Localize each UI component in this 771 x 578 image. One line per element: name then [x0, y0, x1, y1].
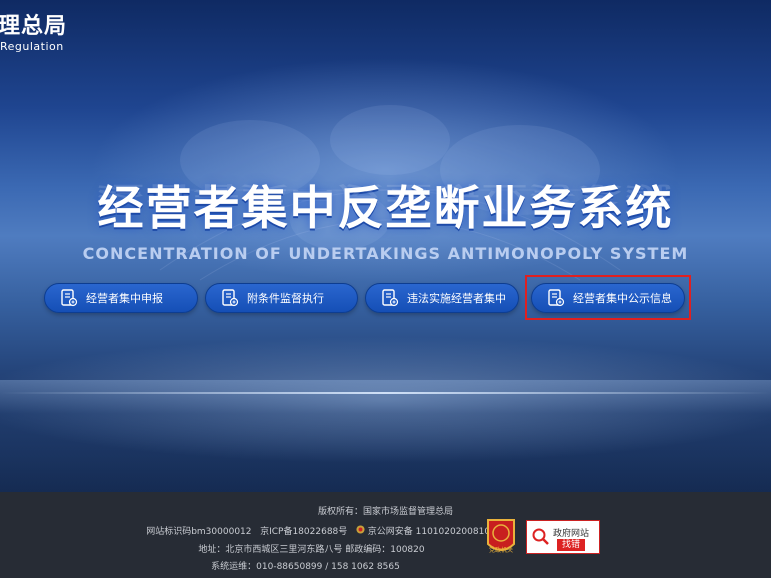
nav-button-label: 附条件监督执行 [247, 292, 324, 305]
footer: 版权所有：国家市场监督管理总局 网站标识码bm30000012 京ICP备180… [0, 492, 771, 578]
hero-banner: 理总局 Regulation 经营者集中反垄断业务系统 经营者集中反垄断业务系统… [0, 0, 771, 492]
gov-badge-bottom-text: 找错 [557, 539, 586, 551]
floor-reflection [0, 380, 771, 492]
system-title-reflection: 经营者集中反垄断业务系统 [97, 181, 674, 206]
nav-button-label: 经营者集中申报 [86, 292, 163, 305]
system-subtitle: CONCENTRATION OF UNDERTAKINGS ANTIMONOPO… [82, 244, 689, 263]
footer-support: 系统运维：010-88650899 / 158 1062 8565 [211, 562, 400, 572]
document-icon [382, 289, 399, 307]
footer-copyright: 版权所有：国家市场监督管理总局 [317, 507, 453, 517]
nav-button-filing[interactable]: 经营者集中申报 [44, 283, 198, 313]
document-icon [222, 289, 239, 307]
horizon-line [0, 392, 771, 394]
police-emblem-icon [356, 525, 365, 534]
site-logo[interactable]: 理总局 Regulation [0, 14, 67, 54]
logo-english-text: Regulation [0, 40, 64, 53]
footer-registration-line: 网站标识码bm30000012 京ICP备18022688号 京公网安备 110… [0, 524, 711, 537]
nav-button-conditional[interactable]: 附条件监督执行 [205, 283, 358, 313]
gov-badge-top-text: 政府网站 [553, 529, 590, 539]
document-icon [61, 289, 78, 307]
logo-chinese-text: 理总局 [0, 14, 68, 39]
highlight-box [525, 275, 691, 320]
party-badge-text: 党政机关 [489, 546, 513, 554]
nav-button-illegal[interactable]: 违法实施经营者集中 [365, 283, 519, 313]
footer-site-id: 网站标识码bm30000012 [146, 527, 252, 537]
footer-icp-link[interactable]: 京ICP备18022688号 [260, 527, 347, 537]
nav-button-label: 违法实施经营者集中 [407, 292, 506, 305]
gov-site-error-badge[interactable]: 政府网站 找错 [526, 520, 600, 554]
magnifier-icon [532, 528, 549, 545]
party-gov-badge[interactable]: 党政机关 [484, 518, 518, 556]
